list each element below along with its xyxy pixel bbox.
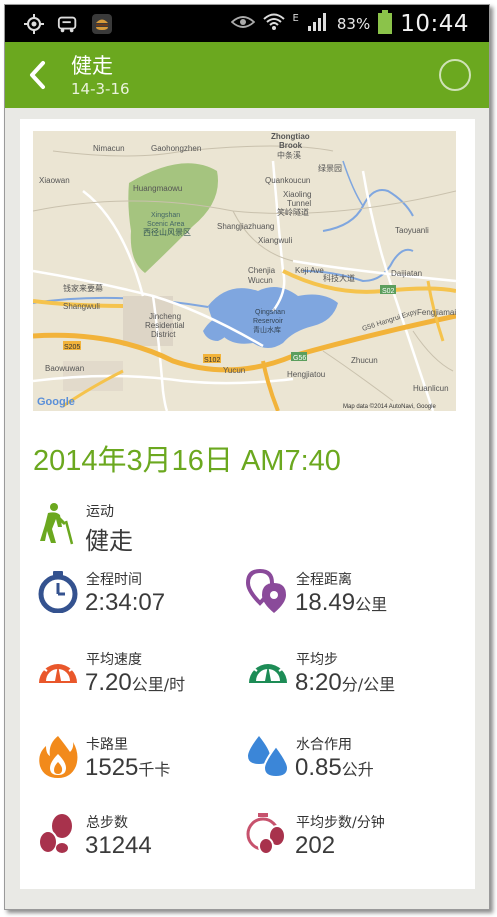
stat-value: 0.85公升 xyxy=(295,754,374,781)
map-label: 中条溪 xyxy=(277,150,301,160)
battery-percent: 83% xyxy=(336,15,371,33)
map-label: S205 xyxy=(64,344,80,351)
stat-value: 2:34:07 xyxy=(85,589,166,616)
map-label: Residential xyxy=(145,321,185,330)
map-label: Xiaoling xyxy=(283,190,311,199)
stat-value: 31244 xyxy=(85,832,152,859)
map-label: Brook xyxy=(279,141,303,150)
google-logo: Google xyxy=(37,396,75,408)
action-bar: 健走 14-3-16 xyxy=(5,42,489,108)
map-label: Jincheng xyxy=(149,312,181,321)
sport-value: 健走 xyxy=(85,527,133,555)
map-label: 钱家来要幕 xyxy=(63,283,103,293)
map-label: Scenic Area xyxy=(147,221,184,228)
stat-label: 全程时间 xyxy=(86,572,142,588)
battery-icon xyxy=(378,10,393,38)
map-label: Shangwuli xyxy=(63,302,100,311)
map-label: Zhucun xyxy=(351,356,378,365)
workout-card: S205 S102 S02 G56 Zhongtiao Brook 中条溪 Ni… xyxy=(20,119,475,889)
map-label: Tunnel xyxy=(287,199,311,208)
map-label: District xyxy=(151,330,176,339)
phone-screen: E 83% 10:44 健走 14-3-16 S205 S102 S02 G56… xyxy=(4,4,490,910)
back-button[interactable] xyxy=(27,59,49,91)
map-label: Zhongtiao xyxy=(271,132,310,141)
map-label: Chenjia xyxy=(248,266,276,275)
network-type: E xyxy=(292,12,299,24)
chevron-left-icon xyxy=(30,61,45,89)
page-title: 健走 xyxy=(71,54,113,78)
signal-icon xyxy=(307,12,329,36)
map-label: Xingshan xyxy=(151,212,180,219)
timer-footprints-icon xyxy=(246,812,290,856)
stat-label: 卡路里 xyxy=(86,737,128,753)
hiker-icon xyxy=(36,501,80,545)
stat-label: 水合作用 xyxy=(296,737,352,753)
map-label: Xiaowan xyxy=(39,176,70,185)
map-label: 科技大道 xyxy=(323,273,355,283)
map-label: Quankoucun xyxy=(265,176,310,185)
map-label: S02 xyxy=(382,288,395,295)
wifi-icon xyxy=(262,12,285,36)
clock: 10:44 xyxy=(400,11,469,37)
map-label: Yucun xyxy=(223,366,245,375)
map-label: S102 xyxy=(204,357,220,364)
pace-gauge-icon xyxy=(246,649,290,693)
map-label: 西径山风景区 xyxy=(143,227,191,237)
workout-datetime: 2014年3月16日 AM7:40 xyxy=(33,445,341,477)
map-label: Shangjiazhuang xyxy=(217,222,274,231)
map-label: Qingshan xyxy=(255,309,285,316)
stat-label: 平均步数/分钟 xyxy=(296,815,385,831)
stat-value: 7.20公里/时 xyxy=(85,669,186,696)
map-label: Baowuwan xyxy=(45,364,84,373)
notification-icons xyxy=(23,13,113,35)
map-label: Fengjiamai xyxy=(417,308,456,317)
page-subtitle: 14-3-16 xyxy=(71,80,130,98)
speedometer-icon xyxy=(36,649,80,693)
stat-value: 18.49公里 xyxy=(295,589,388,616)
map-label: G56 xyxy=(293,355,306,362)
stat-label: 总步数 xyxy=(86,815,128,831)
map-label: Nimacun xyxy=(93,144,125,153)
water-drops-icon xyxy=(246,734,290,779)
map-label: 青山水库 xyxy=(253,325,281,334)
map-label: Daijiatan xyxy=(391,269,422,278)
stat-value: 202 xyxy=(295,832,336,859)
stat-label: 平均速度 xyxy=(86,652,142,668)
system-icons: E 83% 10:44 xyxy=(230,10,469,38)
map-label: Keji Ave xyxy=(295,266,324,275)
map-pins-icon xyxy=(245,568,290,613)
map-label: 笑岭隧道 xyxy=(277,207,309,217)
map-label: Gaohongzhen xyxy=(151,144,201,153)
flame-icon xyxy=(36,734,80,778)
stat-value: 1525千卡 xyxy=(85,754,171,781)
map-label: Xiangwuli xyxy=(258,236,292,245)
eye-icon xyxy=(230,14,255,34)
map-label: Taoyuanli xyxy=(395,226,429,235)
stat-label: 平均步 xyxy=(296,652,338,668)
map-label: Huanlicun xyxy=(413,384,449,393)
sync-status-button[interactable] xyxy=(439,59,471,91)
map-label: Reservoir xyxy=(253,318,284,325)
map-label: Wucun xyxy=(248,276,273,285)
map-label: Hengjiatou xyxy=(287,370,325,379)
stat-value: 8:20分/公里 xyxy=(295,669,396,696)
map-copyright: Map data ©2014 AutoNavi, Google xyxy=(343,403,436,410)
gps-icon xyxy=(23,13,45,35)
burger-notification-icon xyxy=(91,13,113,35)
sport-label: 运动 xyxy=(86,504,114,520)
status-bar: E 83% 10:44 xyxy=(5,5,489,42)
map-label: 绿景园 xyxy=(318,164,342,173)
app-notification-icon xyxy=(57,13,79,35)
map-label: Huangmaowu xyxy=(133,184,182,193)
route-map[interactable]: S205 S102 S02 G56 Zhongtiao Brook 中条溪 Ni… xyxy=(33,131,456,411)
stat-label: 全程距离 xyxy=(296,572,352,588)
stopwatch-icon xyxy=(36,569,80,614)
footprints-icon xyxy=(36,812,80,856)
